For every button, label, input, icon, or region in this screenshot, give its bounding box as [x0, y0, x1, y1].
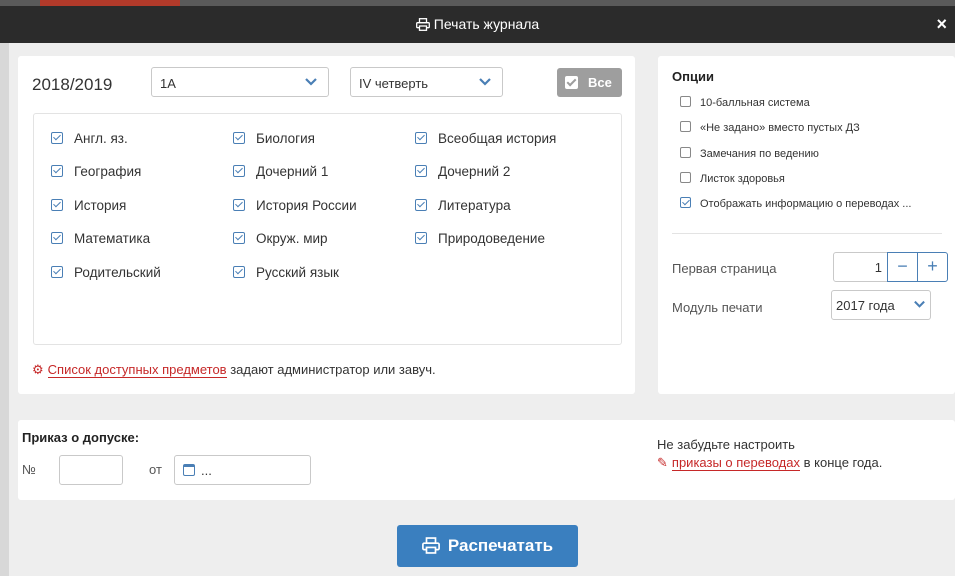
- subject-item[interactable]: Англ. яз.: [51, 131, 128, 146]
- subject-item[interactable]: Всеобщая история: [415, 131, 556, 146]
- checkbox-icon: [233, 199, 245, 211]
- print-module-select[interactable]: 2017 года: [831, 290, 931, 320]
- checkbox-icon: [565, 76, 578, 89]
- chevron-down-icon: [478, 74, 492, 91]
- dialog-titlebar: Печать журнала ×: [0, 6, 955, 43]
- printer-icon: [421, 528, 440, 570]
- print-button[interactable]: Распечатать: [397, 525, 578, 567]
- option-item[interactable]: Замечания по ведению: [680, 147, 819, 160]
- gear-icon: ⚙: [32, 362, 44, 377]
- subject-item[interactable]: Родительский: [51, 265, 161, 280]
- dialog-title-text: Печать журнала: [433, 16, 540, 32]
- school-year: 2018/2019: [32, 75, 113, 94]
- printer-icon: [415, 18, 430, 34]
- chevron-down-icon: [913, 297, 926, 313]
- order-title: Приказ о допуске:: [22, 430, 140, 445]
- subjects-note-text: задают администратор или завуч.: [226, 362, 436, 377]
- checkbox-icon: [680, 96, 691, 107]
- checkbox-icon: [415, 199, 427, 211]
- select-all-label: Все: [588, 75, 612, 90]
- subject-item[interactable]: Русский язык: [233, 265, 339, 280]
- reminder-rest: в конце года.: [800, 455, 883, 470]
- quarter-select[interactable]: IV четверть: [350, 67, 503, 97]
- checkbox-icon: [233, 165, 245, 177]
- checkbox-icon: [233, 132, 245, 144]
- order-date-label: от: [149, 462, 162, 477]
- print-module-value: 2017 года: [836, 298, 895, 313]
- select-all-button[interactable]: Все: [557, 68, 622, 97]
- checkbox-icon: [680, 197, 691, 208]
- subject-item[interactable]: Природоведение: [415, 231, 545, 246]
- decrement-button[interactable]: −: [887, 252, 918, 282]
- subject-item[interactable]: Окруж. мир: [233, 231, 328, 246]
- backdrop-edge: [0, 43, 9, 576]
- quarter-select-value: IV четверть: [359, 76, 429, 91]
- divider: [672, 233, 942, 234]
- subjects-note: ⚙ Список доступных предметов задают админ…: [32, 362, 436, 378]
- checkbox-icon: [680, 172, 691, 183]
- option-item[interactable]: Листок здоровья: [680, 172, 785, 185]
- transfer-orders-link[interactable]: приказы о переводах: [671, 455, 801, 471]
- checkbox-icon: [233, 232, 245, 244]
- options-panel: Опции 10-балльная система «Не задано» вм…: [658, 56, 955, 394]
- chevron-down-icon: [304, 74, 318, 91]
- increment-button[interactable]: +: [917, 252, 948, 282]
- reminder-text: Не забудьте настроить: [657, 437, 795, 452]
- checkbox-icon: [680, 121, 691, 132]
- checkbox-icon: [51, 199, 63, 211]
- subject-item[interactable]: История: [51, 198, 126, 213]
- subject-item[interactable]: История России: [233, 198, 357, 213]
- checkbox-icon: [51, 266, 63, 278]
- print-module-label: Модуль печати: [672, 300, 763, 315]
- class-select-value: 1А: [160, 76, 176, 91]
- order-number-label: №: [22, 462, 36, 477]
- subjects-panel: 2018/2019 1А IV четверть Все Англ. яз. Б…: [18, 56, 635, 394]
- order-date-placeholder: ...: [201, 463, 212, 478]
- checkbox-icon: [51, 232, 63, 244]
- options-title: Опции: [672, 69, 714, 84]
- first-page-input[interactable]: 1: [834, 260, 882, 275]
- order-number-input[interactable]: [59, 455, 123, 485]
- checkbox-icon: [233, 266, 245, 278]
- checkbox-icon: [51, 165, 63, 177]
- subjects-list-link[interactable]: Список доступных предметов: [47, 362, 227, 378]
- close-icon[interactable]: ×: [936, 14, 947, 35]
- subject-item[interactable]: Дочерний 1: [233, 164, 328, 179]
- reminder: Не забудьте настроить ✎ приказы о перевод…: [657, 436, 882, 472]
- checkbox-icon: [415, 132, 427, 144]
- first-page-label: Первая страница: [672, 261, 777, 276]
- dialog-title: Печать журнала: [0, 16, 955, 34]
- subject-item[interactable]: Литература: [415, 198, 511, 213]
- admission-order-panel: Приказ о допуске: № от ... Не забудьте н…: [18, 420, 955, 500]
- pencil-icon: ✎: [657, 455, 668, 470]
- checkbox-icon: [680, 147, 691, 158]
- first-page-stepper: 1 − +: [833, 252, 948, 282]
- subject-item[interactable]: Дочерний 2: [415, 164, 510, 179]
- print-button-label: Распечатать: [447, 536, 554, 555]
- calendar-icon: [183, 464, 195, 476]
- option-item[interactable]: 10-балльная система: [680, 96, 810, 109]
- checkbox-icon: [415, 165, 427, 177]
- option-item[interactable]: «Не задано» вместо пустых ДЗ: [680, 121, 860, 134]
- class-select[interactable]: 1А: [151, 67, 329, 97]
- subjects-list: Англ. яз. Биология Всеобщая история Геог…: [33, 113, 622, 345]
- subject-item[interactable]: География: [51, 164, 141, 179]
- subject-item[interactable]: Биология: [233, 131, 315, 146]
- checkbox-icon: [51, 132, 63, 144]
- option-item[interactable]: Отображать информацию о переводах ...: [680, 197, 911, 210]
- order-date-input[interactable]: ...: [174, 455, 311, 485]
- subject-item[interactable]: Математика: [51, 231, 150, 246]
- checkbox-icon: [415, 232, 427, 244]
